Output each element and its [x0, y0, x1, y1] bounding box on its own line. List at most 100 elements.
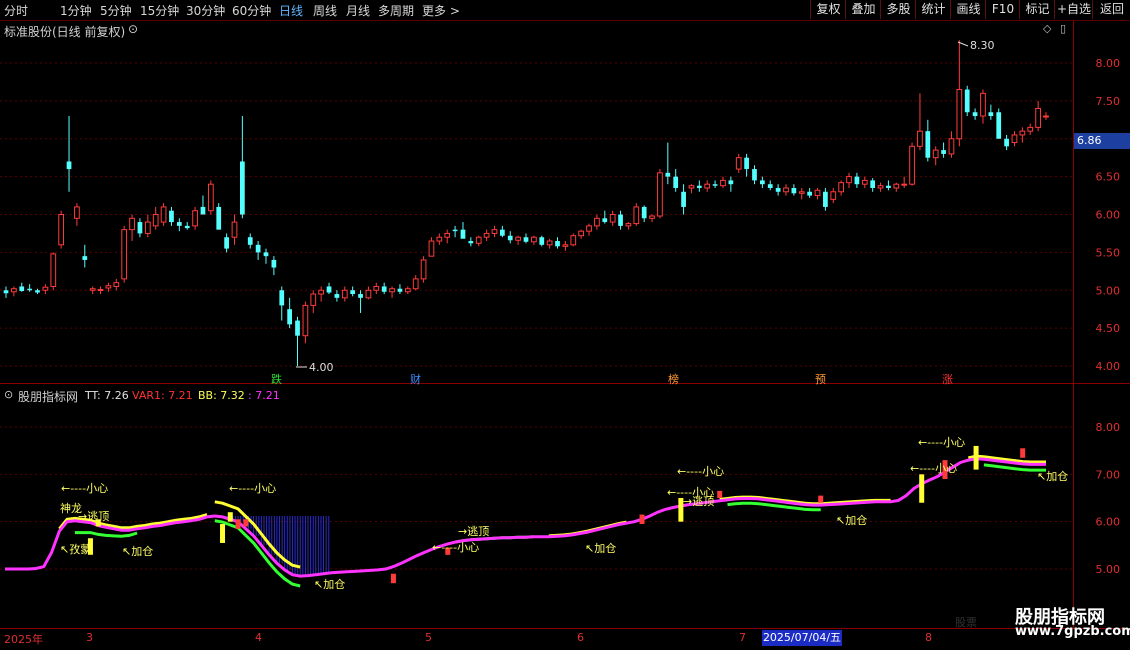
candle-body — [932, 149, 939, 159]
candle-body — [752, 169, 757, 181]
candle-body — [358, 294, 363, 298]
indicator-main-line — [5, 457, 1046, 578]
candle-body — [1027, 126, 1034, 132]
candle-body — [160, 206, 167, 223]
candle-body — [625, 223, 632, 227]
chart-canvas: 8.00 7.50 7.00 6.50 6.00 5.50 5.00 4.50 4.00 8.00… — [0, 20, 1130, 629]
signal-bar — [818, 495, 824, 503]
candle-body — [121, 229, 128, 280]
candle-body — [452, 229, 458, 232]
x-axis-label-aug: 8 — [925, 631, 932, 644]
event-marker-die[interactable]: 跌 — [271, 371, 282, 387]
candle-body — [318, 289, 325, 295]
candle-body — [97, 288, 104, 291]
candle-body — [483, 232, 490, 238]
candle-body — [152, 214, 159, 227]
candle-body — [137, 222, 143, 234]
candle-body — [972, 112, 978, 117]
candle-body — [3, 290, 9, 294]
candle-body — [428, 240, 435, 257]
chevron-down-icon[interactable]: ⊙ — [128, 22, 138, 36]
candle-body — [381, 286, 387, 292]
candle-body — [42, 286, 49, 291]
caution-label: ←----小心 — [229, 482, 277, 495]
candle-body — [444, 232, 451, 238]
signal-bar — [919, 474, 925, 503]
indicator-tt: TT: 7.26 — [85, 389, 129, 402]
candle-body — [712, 184, 718, 186]
candle-body — [909, 145, 915, 185]
indicator-tick-label: 7.00 — [1096, 468, 1121, 481]
candle-body — [1019, 130, 1026, 136]
event-marker-yu[interactable]: 预 — [815, 371, 826, 387]
event-marker-bang[interactable]: 榜 — [668, 371, 679, 387]
green-band — [74, 531, 138, 538]
candle-body — [74, 206, 80, 219]
stock-title: 标准股份(日线 前复权) — [4, 25, 126, 39]
candle-body — [500, 229, 505, 236]
event-marker-cai[interactable]: 财 — [410, 371, 421, 387]
candle-body — [515, 236, 521, 241]
candle-body — [767, 184, 773, 188]
candle-body — [980, 92, 986, 117]
indicator-var1: VAR1: 7.21 — [132, 389, 193, 402]
candle-body — [641, 206, 647, 219]
candle-body — [917, 130, 923, 147]
diamond-icon[interactable]: ◇ — [1043, 22, 1051, 35]
candle-body — [436, 236, 443, 242]
candle-body — [854, 176, 860, 185]
candle-body — [129, 217, 135, 231]
candle-body — [893, 183, 900, 189]
candle-body — [82, 256, 88, 260]
candle-body — [50, 253, 57, 287]
candle-body — [823, 191, 828, 207]
indicator-chevron-icon[interactable]: ⊙ — [4, 388, 13, 401]
candle-body — [886, 185, 891, 188]
candle-body — [231, 221, 238, 238]
panel-toggle-icon[interactable]: ▯ — [1060, 22, 1066, 35]
caution-label: ←----小心 — [910, 462, 958, 475]
candle-body — [941, 150, 946, 154]
candle-body — [207, 183, 214, 212]
candle-body — [877, 185, 884, 189]
watermark-url: www.7gpzb.com — [1015, 624, 1130, 639]
candle-body — [105, 285, 112, 289]
candle-body — [365, 289, 372, 299]
candle-body — [901, 183, 908, 186]
add-position-label: ↖加仓 — [122, 545, 154, 558]
price-tick-label: 6.50 — [1096, 171, 1121, 184]
candle-body — [838, 182, 845, 193]
candle-body — [925, 131, 931, 158]
escape-top-label: →逃顶 — [78, 510, 110, 523]
candle-body — [216, 206, 222, 230]
x-axis-label-apr: 4 — [255, 631, 262, 644]
signal-bar — [973, 445, 979, 470]
caution-label: ←----小心 — [918, 436, 966, 449]
candle-body — [775, 187, 781, 192]
candle-body — [539, 237, 545, 245]
candle-body — [58, 214, 65, 246]
candle-body — [586, 225, 592, 232]
candle-body — [224, 237, 229, 249]
candle-body — [35, 290, 40, 293]
candle-body — [192, 210, 198, 227]
signal-bar — [235, 519, 241, 529]
signal-bar — [717, 490, 723, 498]
candle-body — [475, 236, 482, 244]
event-marker-zhang[interactable]: 涨 — [942, 371, 953, 387]
candle-body — [578, 230, 585, 237]
signal-bar — [1020, 448, 1026, 458]
candle-body — [562, 244, 569, 247]
price-tick-label: 8.00 — [1096, 57, 1121, 70]
price-tick-label: 5.50 — [1096, 246, 1121, 259]
cursor-date-box: 2025/07/04/五 — [762, 630, 842, 646]
candle-body — [791, 187, 797, 194]
add-position-label: ↖加仓 — [314, 578, 346, 591]
caution-label: ←----小心 — [677, 465, 725, 478]
caution-label: ←----小心 — [61, 482, 109, 495]
candle-body — [870, 180, 876, 188]
candle-body — [720, 179, 726, 187]
candle-body — [247, 237, 253, 245]
indicator-extra: : 7.21 — [248, 389, 280, 402]
candle-body — [412, 278, 419, 290]
